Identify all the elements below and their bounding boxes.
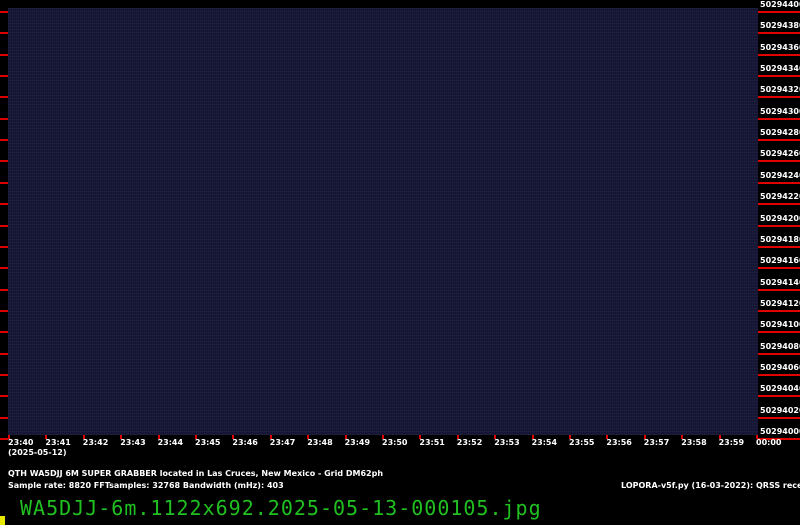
time-label: 23:53 (494, 438, 520, 447)
left-tick (0, 245, 8, 248)
time-label: 23:47 (269, 438, 296, 447)
text-cursor (0, 516, 5, 525)
left-tick (0, 96, 8, 99)
left-tick (0, 438, 8, 440)
frequency-label: 50294220 (760, 192, 800, 202)
time-label: 23:55 (569, 438, 595, 447)
time-label: 23:50 (382, 438, 408, 447)
left-tick (0, 331, 8, 334)
frequency-label: 50294400 (760, 0, 800, 9)
time-label: 23:44 (157, 438, 184, 447)
frequency-tick (758, 181, 800, 184)
frequency-label: 50294180 (760, 234, 800, 244)
frequency-tick (758, 331, 800, 334)
left-tick (0, 267, 8, 270)
frequency-tick (758, 288, 800, 291)
left-tick (0, 203, 8, 206)
time-label: 23:42 (82, 438, 109, 447)
frequency-label: 50294280 (760, 128, 800, 138)
frequency-tick (758, 117, 800, 120)
time-label: 23:46 (232, 438, 258, 447)
frequency-label: 50294080 (760, 341, 800, 351)
frequency-label: 50294100 (760, 320, 800, 330)
waterfall-spectrogram (8, 8, 758, 435)
left-tick (0, 224, 8, 227)
frequency-tick (758, 53, 800, 56)
left-tick (0, 117, 8, 120)
time-label: 23:51 (419, 438, 445, 447)
time-label: 23:52 (456, 438, 483, 447)
time-label: 00:00 (756, 438, 782, 447)
left-tick (0, 395, 8, 398)
time-label: 23:57 (643, 438, 670, 447)
time-label: 23:48 (307, 438, 333, 447)
time-label: 23:58 (681, 438, 707, 447)
frequency-label: 50294000 (760, 427, 800, 436)
left-tick (0, 139, 8, 142)
time-label: 23:54 (531, 438, 558, 447)
frequency-label: 50294340 (760, 64, 800, 74)
frequency-tick (758, 416, 800, 419)
left-tick (0, 53, 8, 56)
frequency-label: 50294300 (760, 106, 800, 116)
frequency-label: 50294020 (760, 405, 800, 415)
frequency-tick (758, 139, 800, 142)
frequency-label: 50294260 (760, 149, 800, 159)
frequency-tick (758, 267, 800, 270)
frequency-tick (758, 203, 800, 206)
frequency-tick (758, 352, 800, 355)
frequency-tick (758, 373, 800, 376)
frequency-label: 50294320 (760, 85, 800, 95)
frequency-label: 50294200 (760, 213, 800, 223)
time-label: 23:59 (718, 438, 745, 447)
time-label: 23:43 (120, 438, 146, 447)
left-tick (0, 373, 8, 376)
time-label: 23:41 (45, 438, 71, 447)
left-tick (0, 288, 8, 291)
left-tick (0, 11, 8, 13)
frequency-tick (758, 395, 800, 398)
time-label: 23:45 (195, 438, 221, 447)
time-label: 23:56 (606, 438, 632, 447)
left-tick (0, 32, 8, 35)
frequency-label: 50294360 (760, 42, 800, 52)
left-tick (0, 416, 8, 419)
frequency-tick (758, 75, 800, 78)
frequency-tick (758, 309, 800, 312)
left-tick (0, 181, 8, 184)
frequency-tick (758, 245, 800, 248)
frequency-tick (758, 32, 800, 35)
frequency-label: 50294120 (760, 298, 800, 308)
left-tick (0, 160, 8, 163)
frequency-label: 50294380 (760, 21, 800, 31)
filename-title: WA5DJJ-6m.1122x692.2025-05-13-000105.jpg (20, 496, 542, 520)
left-tick (0, 352, 8, 355)
software-info: LOPORA-v5f.py (16-03-2022): QRSS recepti… (621, 481, 800, 490)
frequency-tick (758, 11, 800, 13)
sample-info: Sample rate: 8820 FFTsamples: 32768 Band… (8, 481, 284, 490)
left-tick (0, 75, 8, 78)
frequency-label: 50294240 (760, 170, 800, 180)
frequency-label: 50294060 (760, 362, 800, 372)
frequency-label: 50294160 (760, 256, 800, 266)
frequency-label: 50294140 (760, 277, 800, 287)
frequency-tick (758, 160, 800, 163)
date-label: (2025-05-12) (8, 448, 67, 457)
time-label: 23:40 (8, 438, 34, 447)
frequency-tick (758, 224, 800, 227)
frequency-tick (758, 96, 800, 99)
qth-info: QTH WA5DJJ 6M SUPER GRABBER located in L… (8, 469, 384, 478)
left-tick (0, 309, 8, 312)
time-label: 23:49 (344, 438, 371, 447)
frequency-label: 50294040 (760, 384, 800, 394)
